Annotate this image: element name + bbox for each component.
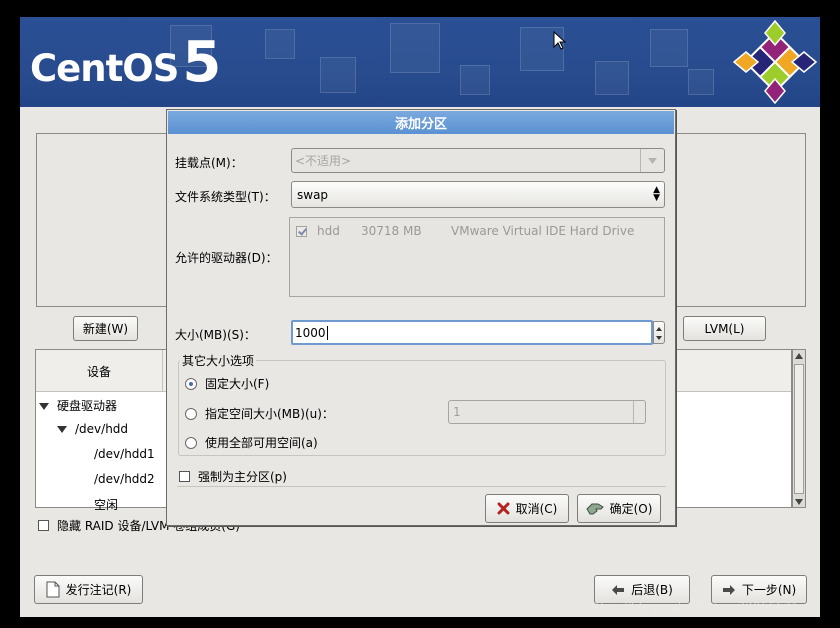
- size-label: 大小(MB)(S)：: [175, 328, 256, 342]
- spin-down-icon[interactable]: [656, 336, 662, 340]
- banner-decoration: [390, 23, 440, 73]
- radio-unselected[interactable]: [185, 436, 197, 449]
- size-options-title: 其它大小选项: [180, 352, 257, 369]
- release-notes-button[interactable]: 发行注记(R): [34, 575, 143, 604]
- checkbox-box[interactable]: [38, 520, 49, 531]
- tree-row-hdd[interactable]: /dev/hdd: [57, 422, 128, 436]
- banner-decoration: [595, 61, 629, 95]
- tree-row-hdd1[interactable]: /dev/hdd1: [94, 447, 155, 461]
- drive-row-hdd: hdd 30718 MB VMware Virtual IDE Hard Dri…: [296, 224, 634, 238]
- allowed-drives-label: 允许的驱动器(D)：: [175, 251, 278, 265]
- header-banner: CentOS5: [20, 17, 820, 107]
- fs-type-select[interactable]: swap ▲ ▼: [291, 181, 665, 208]
- centos-logo: CentOS5: [30, 30, 222, 95]
- banner-decoration: [650, 29, 688, 67]
- dialog-title: 添加分区: [168, 111, 674, 134]
- radio-selected[interactable]: [185, 377, 197, 390]
- scroll-thumb[interactable]: [794, 364, 804, 494]
- mount-point-label: 挂载点(M)：: [175, 156, 243, 170]
- tree-scrollbar[interactable]: [792, 349, 806, 508]
- tree-row-hard-drives[interactable]: 硬盘驱动器: [39, 397, 117, 414]
- banner-decoration: [265, 29, 295, 59]
- mouse-pointer-icon: [553, 31, 566, 50]
- dialog-separator: [177, 486, 666, 487]
- chevron-down-icon: [640, 149, 664, 172]
- watermark-text: https://blog.csdn.net/qq_32066631: [588, 600, 799, 614]
- radio-unselected[interactable]: [185, 407, 197, 420]
- banner-decoration: [460, 65, 490, 95]
- forward-arrow-icon: [722, 584, 736, 596]
- tree-row-free[interactable]: 空闲: [94, 496, 118, 513]
- max-size-input: 1: [448, 400, 646, 424]
- fill-space-radio[interactable]: 使用全部可用空间(a): [185, 434, 318, 451]
- fixed-size-radio[interactable]: 固定大小(F): [185, 375, 269, 392]
- document-icon: [46, 581, 60, 598]
- mount-point-combo: <不适用>: [291, 148, 665, 173]
- max-size-radio[interactable]: 指定空间大小(MB)(u)：: [185, 405, 334, 422]
- banner-decoration: [688, 69, 714, 95]
- ok-button[interactable]: 确定(O): [577, 494, 661, 523]
- expand-arrow-icon[interactable]: [39, 403, 49, 410]
- size-spinner[interactable]: [653, 321, 665, 344]
- lvm-button[interactable]: LVM(L): [683, 316, 766, 341]
- allowed-drives-list: hdd 30718 MB VMware Virtual IDE Hard Dri…: [289, 217, 665, 297]
- back-arrow-icon: [611, 584, 625, 596]
- new-partition-button[interactable]: 新建(W): [73, 316, 138, 341]
- cancel-button[interactable]: 取消(C): [485, 494, 569, 523]
- disabled-spinner: [633, 401, 645, 423]
- spin-up-icon[interactable]: [656, 327, 662, 331]
- fs-type-label: 文件系统类型(T)：: [175, 190, 276, 204]
- centos-emblem-icon: [732, 19, 818, 105]
- add-partition-dialog: 添加分区 挂载点(M)： <不适用> 文件系统类型(T)： swap ▲ ▼ 允许…: [166, 109, 676, 526]
- tree-row-hdd2[interactable]: /dev/hdd2: [94, 472, 155, 486]
- text-caret: [326, 325, 328, 340]
- force-primary-checkbox[interactable]: 强制为主分区(p): [179, 468, 287, 485]
- banner-decoration: [320, 57, 356, 93]
- confirm-hand-icon: [585, 502, 604, 515]
- checkbox-box[interactable]: [179, 471, 190, 482]
- column-header-device[interactable]: 设备: [36, 350, 163, 392]
- expand-arrow-icon[interactable]: [57, 426, 67, 433]
- scroll-down-icon[interactable]: [795, 499, 803, 505]
- select-arrows-icon: ▲ ▼: [653, 185, 660, 203]
- drive-checkbox: [296, 225, 307, 237]
- cancel-x-icon: [497, 502, 510, 515]
- installer-window: CentOS5 新建(W) LVM(L) 设备 硬盘驱动器 /dev/hdd /…: [20, 17, 820, 617]
- size-input[interactable]: 1000: [291, 320, 653, 345]
- scroll-up-icon[interactable]: [795, 353, 803, 359]
